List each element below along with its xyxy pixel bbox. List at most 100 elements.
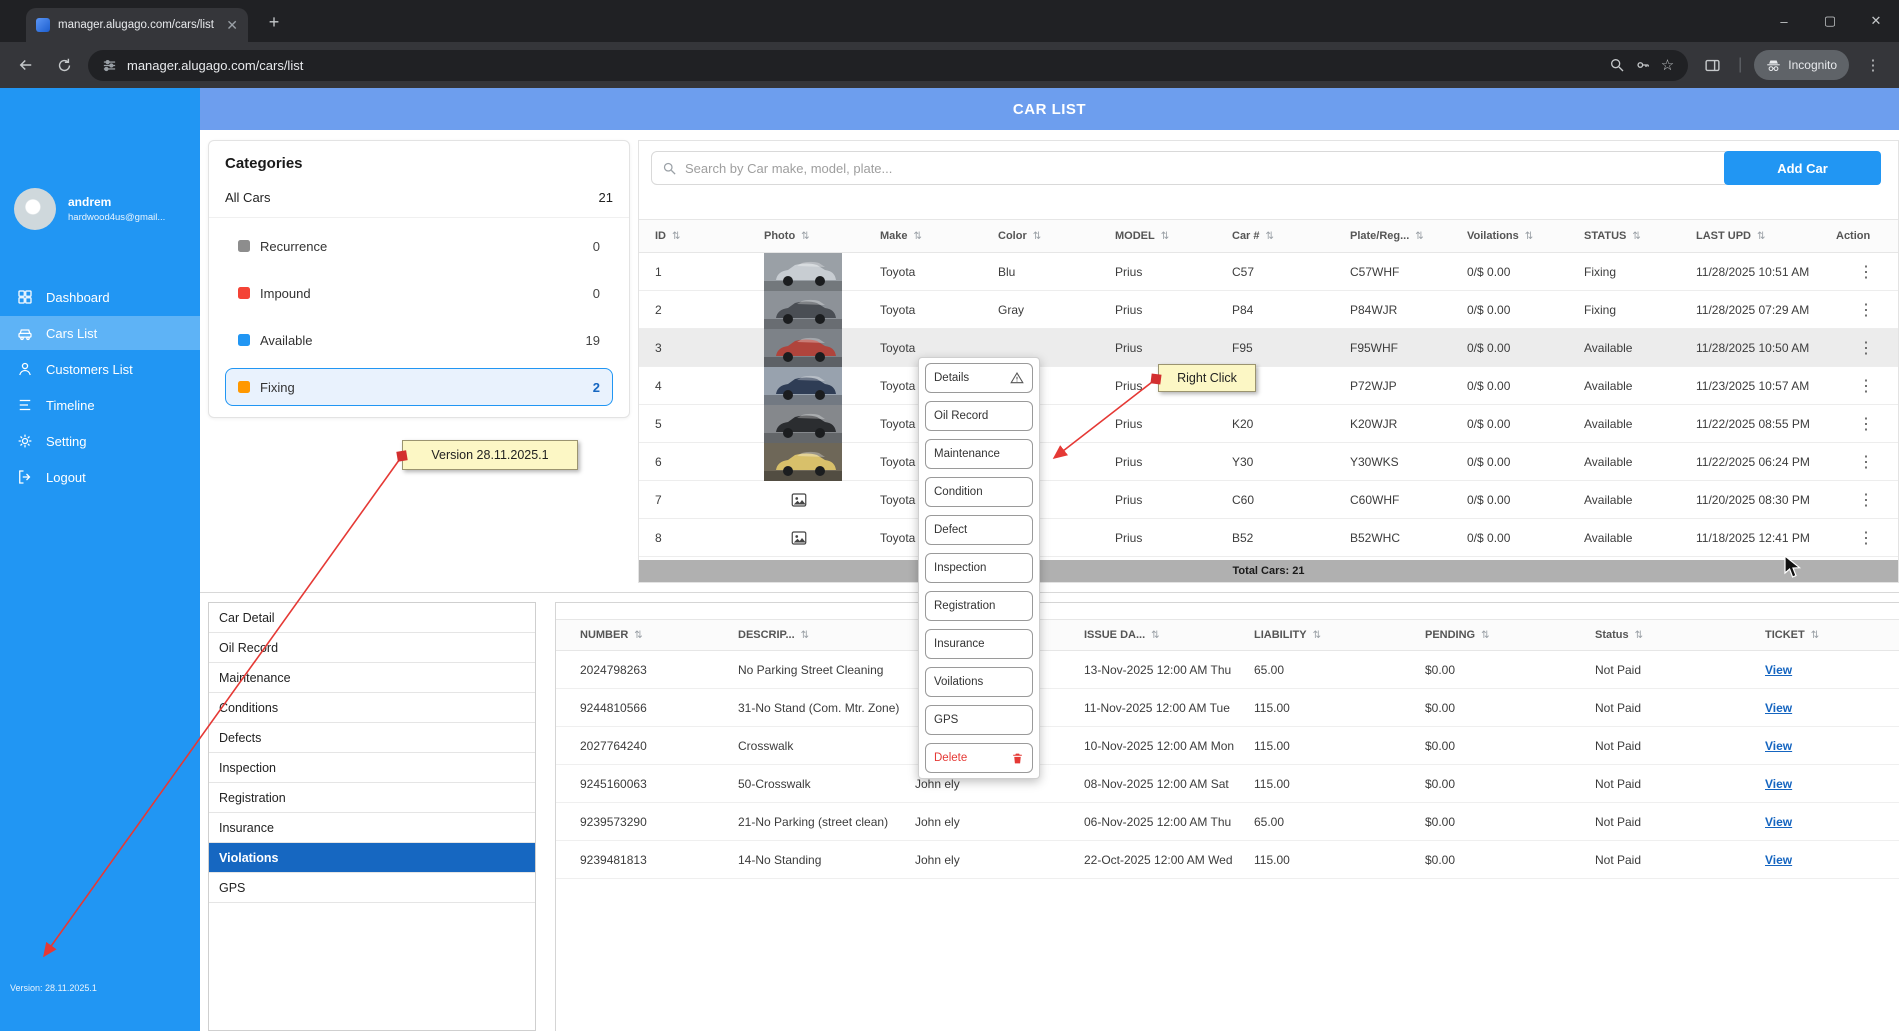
car-photo[interactable] [764,405,880,443]
sort-icon[interactable]: ⇅ [1525,231,1533,242]
category-item-impound[interactable]: Impound0 [225,274,613,312]
back-button[interactable] [12,51,40,79]
violations-column-header-number[interactable]: NUMBER⇅ [580,629,738,641]
sort-icon[interactable]: ⇅ [1632,231,1640,242]
detail-tab-inspection[interactable]: Inspection [209,753,535,783]
view-ticket-link[interactable]: View [1765,663,1792,677]
password-key-icon[interactable] [1635,57,1651,73]
violations-column-header-pending[interactable]: PENDING⇅ [1425,629,1595,641]
sort-icon[interactable]: ⇅ [801,630,809,641]
sort-icon[interactable]: ⇅ [1757,231,1765,242]
row-actions-button[interactable]: ⋮ [1836,452,1898,472]
view-ticket-link[interactable]: View [1765,777,1792,791]
category-item-fixing[interactable]: Fixing2 [225,368,613,406]
car-row[interactable]: 5ToyotaPriusK20K20WJR0/$ 0.00Available11… [639,405,1898,443]
violation-row[interactable]: 923948181314-No StandingJohn ely22-Oct-2… [556,841,1899,879]
sort-icon[interactable]: ⇅ [1415,231,1423,242]
browser-tab[interactable]: manager.alugago.com/cars/list ✕ [26,8,248,42]
violations-column-header-descrip[interactable]: DESCRIP...⇅ [738,629,915,641]
violation-row[interactable]: 924481056631-No Stand (Com. Mtr. Zone)11… [556,689,1899,727]
sidebar-item-cars-list[interactable]: Cars List [0,316,200,350]
category-item-recurrence[interactable]: Recurrence0 [225,227,613,265]
cars-column-header-make[interactable]: Make⇅ [880,230,998,242]
view-ticket-link[interactable]: View [1765,815,1792,829]
detail-tab-car-detail[interactable]: Car Detail [209,603,535,633]
car-row[interactable]: 8ToyotaPriusB52B52WHC0/$ 0.00Available11… [639,519,1898,557]
sort-icon[interactable]: ⇅ [1161,231,1169,242]
sidebar-item-logout[interactable]: Logout [0,460,200,494]
context-menu-item-inspection[interactable]: Inspection [925,553,1033,583]
view-ticket-link[interactable]: View [1765,739,1792,753]
cars-column-header-status[interactable]: STATUS⇅ [1584,230,1696,242]
search-input[interactable] [685,161,1719,176]
cars-column-header-action[interactable]: Action [1836,230,1898,242]
context-menu-item-delete[interactable]: Delete [925,743,1033,773]
row-actions-button[interactable]: ⋮ [1836,300,1898,320]
refresh-button[interactable] [50,51,78,79]
row-actions-button[interactable]: ⋮ [1836,414,1898,434]
detail-tab-oil-record[interactable]: Oil Record [209,633,535,663]
violations-column-header-ticket[interactable]: TICKET⇅ [1765,629,1899,641]
car-row[interactable]: 1ToyotaBluPriusC57C57WHF0/$ 0.00Fixing11… [639,253,1898,291]
row-actions-button[interactable]: ⋮ [1836,338,1898,358]
car-photo[interactable] [764,329,880,367]
new-tab-button[interactable]: + [262,10,286,34]
violations-column-header-issue-da[interactable]: ISSUE DA...⇅ [1084,629,1254,641]
sort-icon[interactable]: ⇅ [914,231,922,242]
sort-icon[interactable]: ⇅ [1481,630,1489,641]
context-menu-item-defect[interactable]: Defect [925,515,1033,545]
sort-icon[interactable]: ⇅ [1811,630,1819,641]
detail-tab-conditions[interactable]: Conditions [209,693,535,723]
image-placeholder-icon[interactable] [764,519,880,557]
detail-tab-defects[interactable]: Defects [209,723,535,753]
context-menu-item-gps[interactable]: GPS [925,705,1033,735]
sidebar-item-setting[interactable]: Setting [0,424,200,458]
context-menu-item-registration[interactable]: Registration [925,591,1033,621]
cars-column-header-model[interactable]: MODEL⇅ [1115,230,1232,242]
cars-column-header-photo[interactable]: Photo⇅ [764,230,880,242]
violations-column-header-liability[interactable]: LIABILITY⇅ [1254,629,1425,641]
row-actions-button[interactable]: ⋮ [1836,376,1898,396]
detail-tab-maintenance[interactable]: Maintenance [209,663,535,693]
minimize-button[interactable]: – [1761,0,1807,42]
violation-row[interactable]: 923957329021-No Parking (street clean)Jo… [556,803,1899,841]
bookmark-star-icon[interactable]: ☆ [1661,56,1674,74]
sidebar-item-timeline[interactable]: Timeline [0,388,200,422]
car-photo[interactable] [764,253,880,291]
car-row[interactable]: 3ToyotaPriusF95F95WHF0/$ 0.00Available11… [639,329,1898,367]
sort-icon[interactable]: ⇅ [1033,231,1041,242]
tune-icon[interactable] [102,58,117,73]
side-panel-icon[interactable] [1698,51,1726,79]
address-bar[interactable]: manager.alugago.com/cars/list ☆ [88,50,1688,81]
sidebar-item-customers-list[interactable]: Customers List [0,352,200,386]
detail-tab-registration[interactable]: Registration [209,783,535,813]
car-photo[interactable] [764,291,880,329]
close-button[interactable]: ✕ [1853,0,1899,42]
row-actions-button[interactable]: ⋮ [1836,528,1898,548]
view-ticket-link[interactable]: View [1765,853,1792,867]
sort-icon[interactable]: ⇅ [1266,231,1274,242]
row-actions-button[interactable]: ⋮ [1836,262,1898,282]
row-actions-button[interactable]: ⋮ [1836,490,1898,510]
car-photo[interactable] [764,367,880,405]
add-car-button[interactable]: Add Car [1724,151,1881,185]
sort-icon[interactable]: ⇅ [801,231,809,242]
context-menu-item-oil-record[interactable]: Oil Record [925,401,1033,431]
detail-tab-violations[interactable]: Violations [209,843,535,873]
sidebar-item-dashboard[interactable]: Dashboard [0,280,200,314]
detail-tab-insurance[interactable]: Insurance [209,813,535,843]
violation-row[interactable]: 924516006350-CrosswalkJohn ely08-Nov-202… [556,765,1899,803]
view-ticket-link[interactable]: View [1765,701,1792,715]
car-search[interactable] [651,151,1730,185]
cars-column-header-voilations[interactable]: Voilations⇅ [1467,230,1584,242]
car-photo[interactable] [764,443,880,481]
car-row[interactable]: 2ToyotaGrayPriusP84P84WJR0/$ 0.00Fixing1… [639,291,1898,329]
cars-column-header-car[interactable]: Car #⇅ [1232,230,1350,242]
context-menu-item-maintenance[interactable]: Maintenance [925,439,1033,469]
user-profile[interactable]: andrem hardwood4us@gmail... [14,188,165,230]
cars-column-header-color[interactable]: Color⇅ [998,230,1115,242]
violation-row[interactable]: 2024798263No Parking Street Cleaning13-N… [556,651,1899,689]
sort-icon[interactable]: ⇅ [634,630,642,641]
car-row[interactable]: 4ToyotaPriusP72P72WJP0/$ 0.00Available11… [639,367,1898,405]
context-menu-item-condition[interactable]: Condition [925,477,1033,507]
